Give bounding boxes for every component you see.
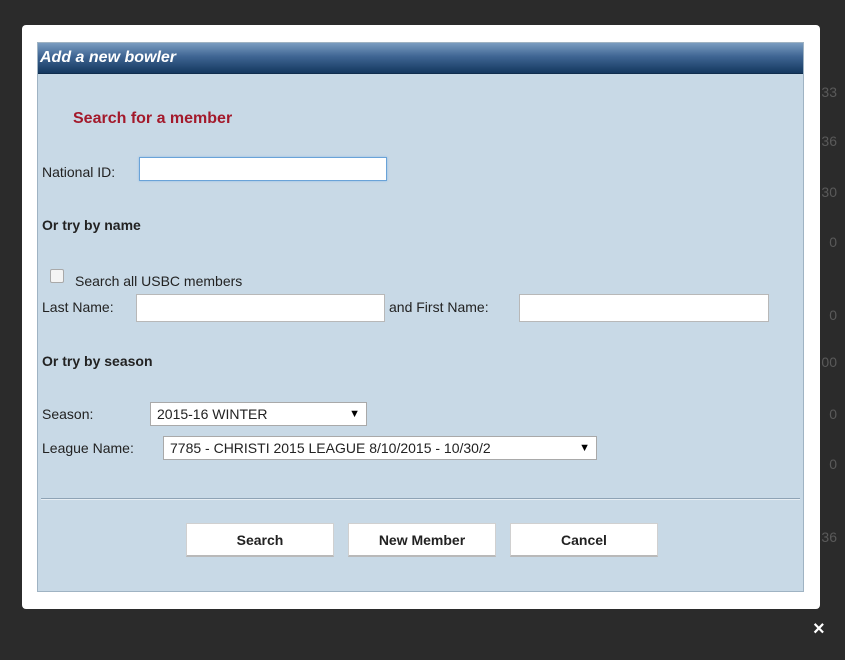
search-all-label: Search all USBC members xyxy=(75,273,243,289)
last-name-label: Last Name: xyxy=(42,299,114,315)
close-icon[interactable]: × xyxy=(813,619,825,639)
chevron-down-icon: ▼ xyxy=(349,408,360,420)
last-name-input[interactable] xyxy=(136,294,385,322)
background-text: 36 xyxy=(821,529,837,545)
background-text: 0 xyxy=(829,234,837,250)
cancel-button[interactable]: Cancel xyxy=(510,523,658,557)
background-text: 00 xyxy=(821,354,837,370)
search-all-checkbox[interactable] xyxy=(50,269,64,283)
new-member-button[interactable]: New Member xyxy=(348,523,496,557)
national-id-input[interactable] xyxy=(139,157,387,181)
background-text: 0 xyxy=(829,456,837,472)
season-label: Season: xyxy=(42,406,94,422)
first-name-label: and First Name: xyxy=(389,299,489,315)
background-text: 0 xyxy=(829,406,837,422)
league-select-value: 7785 - CHRISTI 2015 LEAGUE 8/10/2015 - 1… xyxy=(170,440,491,456)
add-bowler-dialog: Add a new bowler Search for a member Nat… xyxy=(37,42,804,592)
background-text: 33 xyxy=(821,84,837,100)
background-text: 36 xyxy=(821,133,837,149)
national-id-label: National ID: xyxy=(42,164,116,180)
chevron-down-icon: ▼ xyxy=(576,437,590,459)
by-name-heading: Or try by name xyxy=(42,217,141,233)
divider xyxy=(41,498,800,500)
search-button[interactable]: Search xyxy=(186,523,334,557)
background-text: 30 xyxy=(821,184,837,200)
league-select[interactable]: 7785 - CHRISTI 2015 LEAGUE 8/10/2015 - 1… xyxy=(163,436,597,460)
season-select[interactable]: 2015-16 WINTER ▼ xyxy=(150,402,367,426)
league-label: League Name: xyxy=(42,440,134,456)
first-name-input[interactable] xyxy=(519,294,769,322)
background-text: 0 xyxy=(829,307,837,323)
season-select-value: 2015-16 WINTER xyxy=(157,406,268,422)
by-season-heading: Or try by season xyxy=(42,353,153,369)
search-member-heading: Search for a member xyxy=(73,110,233,127)
modal-window: Add a new bowler Search for a member Nat… xyxy=(22,25,820,609)
dialog-title: Add a new bowler xyxy=(38,43,803,74)
